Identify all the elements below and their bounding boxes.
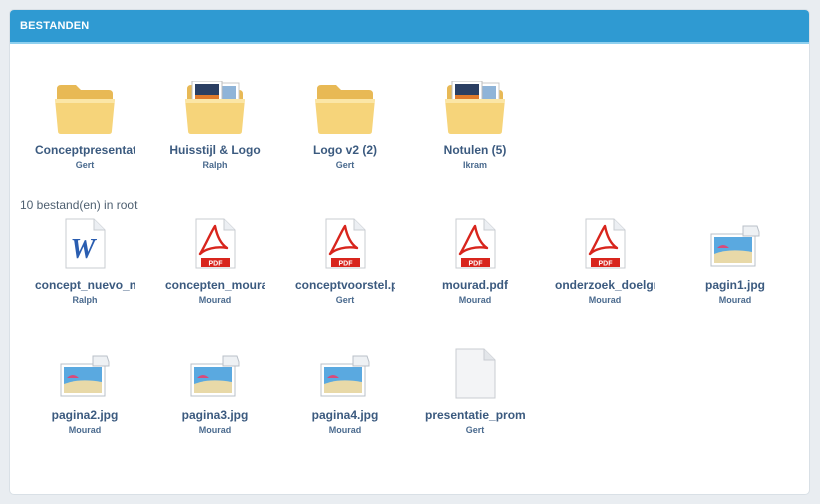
folder-item[interactable]: Logo v2 (2) Gert — [290, 75, 400, 170]
file-item[interactable]: pagin1.jpg Mourad — [680, 210, 790, 305]
folders-grid: Conceptpresentatie Gert Huisstijl & Logo — [10, 44, 809, 174]
file-name: pagina4.jpg — [311, 408, 379, 422]
file-name: conceptvoorstel.pdf — [295, 278, 395, 292]
file-item[interactable]: W concept_nuevo_mourad.doc Ralph — [30, 210, 140, 305]
pdf-icon: PDF — [325, 218, 366, 269]
files-grid-row-2: pagina2.jpg Mourad pagina3.jpg Mourad pa… — [10, 340, 809, 470]
file-item[interactable]: PDF mourad.pdf Mourad — [420, 210, 530, 305]
file-owner: Mourad — [458, 295, 492, 305]
file-owner: Gert — [465, 425, 485, 435]
file-name: pagina3.jpg — [181, 408, 249, 422]
word-document-icon: W — [65, 218, 106, 269]
pdf-badge: PDF — [209, 261, 224, 268]
pdf-icon: PDF — [585, 218, 626, 269]
folder-name: Conceptpresentatie — [35, 143, 135, 157]
folder-name: Huisstijl & Logo — [169, 143, 261, 157]
file-name: concept_nuevo_mourad.doc — [35, 278, 135, 292]
folder-owner: Ikram — [462, 160, 488, 170]
file-owner: Gert — [335, 295, 355, 305]
file-name: pagin1.jpg — [705, 278, 765, 292]
file-owner: Ralph — [72, 295, 98, 305]
pdf-badge: PDF — [599, 261, 614, 268]
file-item[interactable]: PDF conceptvoorstel.pdf Gert — [290, 210, 400, 305]
file-item[interactable]: PDF onderzoek_doelgroep.pdf Mourad — [550, 210, 660, 305]
folder-images-icon — [445, 81, 505, 134]
folder-item[interactable]: Conceptpresentatie Gert — [30, 75, 140, 170]
folder-name: Logo v2 (2) — [312, 143, 377, 157]
image-icon — [190, 355, 240, 397]
file-item[interactable]: pagina2.jpg Mourad — [30, 340, 140, 435]
folder-owner: Gert — [335, 160, 355, 170]
file-item[interactable]: pagina3.jpg Mourad — [160, 340, 270, 435]
folder-item[interactable]: Notulen (5) Ikram — [420, 75, 530, 170]
folder-images-icon — [185, 81, 245, 134]
files-grid-row-1: W concept_nuevo_mourad.doc Ralph PDF con… — [10, 210, 809, 340]
image-icon — [320, 355, 370, 397]
folder-icon — [55, 85, 115, 134]
file-owner: Mourad — [328, 425, 362, 435]
image-icon — [60, 355, 110, 397]
folder-owner: Gert — [75, 160, 95, 170]
file-owner: Mourad — [198, 425, 232, 435]
folder-item[interactable]: Huisstijl & Logo Ralph — [160, 75, 270, 170]
blank-file-icon — [455, 348, 496, 399]
folder-name: Notulen (5) — [443, 143, 507, 157]
file-item[interactable]: PDF concepten_mourad.pdf Mourad — [160, 210, 270, 305]
image-icon — [710, 225, 760, 267]
folder-icon — [315, 85, 375, 134]
file-owner: Mourad — [718, 295, 752, 305]
file-name: concepten_mourad.pdf — [165, 278, 265, 292]
file-owner: Mourad — [588, 295, 622, 305]
pdf-badge: PDF — [469, 261, 484, 268]
file-name: onderzoek_doelgroep.pdf — [555, 278, 655, 292]
file-name: presentatie_prompt — [425, 408, 525, 422]
file-name: mourad.pdf — [442, 278, 508, 292]
file-owner: Mourad — [198, 295, 232, 305]
file-name: pagina2.jpg — [51, 408, 119, 422]
folder-owner: Ralph — [202, 160, 228, 170]
files-panel: BESTANDEN Conceptpresentatie Gert — [10, 10, 809, 494]
pdf-icon: PDF — [455, 218, 496, 269]
pdf-icon: PDF — [195, 218, 236, 269]
word-letter: W — [71, 234, 98, 265]
pdf-badge: PDF — [339, 261, 354, 268]
file-item[interactable]: presentatie_prompt Gert — [420, 340, 530, 435]
file-item[interactable]: pagina4.jpg Mourad — [290, 340, 400, 435]
panel-header: BESTANDEN — [10, 10, 809, 44]
file-owner: Mourad — [68, 425, 102, 435]
